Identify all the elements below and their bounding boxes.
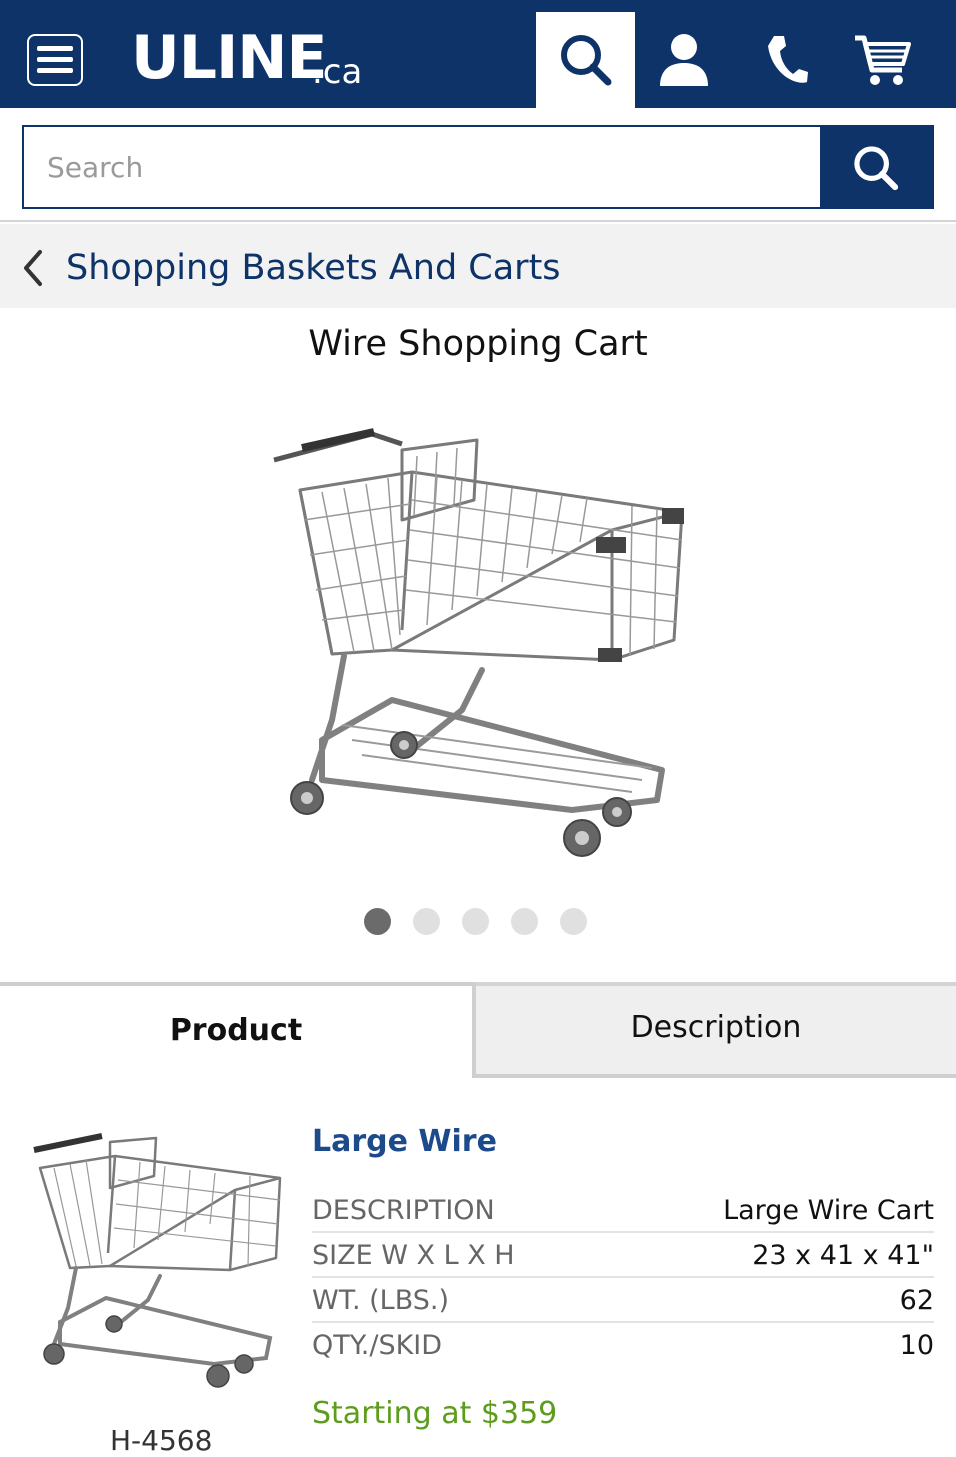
model-name-link[interactable]: Large Wire [312,1122,497,1162]
cart-icon[interactable] [852,30,912,90]
account-icon[interactable] [654,30,714,90]
search-bar [0,108,956,222]
menu-icon-line [37,68,73,73]
search-icon [854,146,899,191]
spec-row: SIZE W X L X H 23 x 41 x 41" [312,1233,934,1278]
model-thumbnail-image[interactable] [30,1128,284,1394]
carousel-dot[interactable] [413,908,440,935]
search-submit-button[interactable] [820,125,934,209]
logo-domain-suffix: .ca [312,52,363,92]
menu-icon-line [37,57,73,62]
menu-button[interactable] [27,34,83,86]
spec-label: QTY./SKID [312,1330,443,1361]
spec-row: QTY./SKID 10 [312,1323,934,1368]
spec-label: SIZE W X L X H [312,1240,515,1271]
top-nav-bar: ULINE .ca [0,0,956,108]
header-search-button[interactable] [536,12,635,108]
spec-value: 62 [899,1285,934,1316]
price-text: Starting at $359 [312,1396,558,1431]
search-icon [561,35,612,86]
item-number: H-4568 [110,1424,213,1457]
phone-icon[interactable] [756,30,816,90]
spec-table: DESCRIPTION Large Wire Cart SIZE W X L X… [312,1188,934,1368]
product-image[interactable] [262,420,702,870]
search-input[interactable] [22,125,822,209]
menu-icon [37,46,73,51]
carousel-dot[interactable] [462,908,489,935]
product-title: Wire Shopping Cart [308,324,648,364]
spec-row: WT. (LBS.) 62 [312,1278,934,1323]
carousel-dot[interactable] [364,908,391,935]
spec-label: WT. (LBS.) [312,1285,450,1316]
spec-value: 10 [899,1330,934,1361]
tab-product[interactable]: Product [0,982,476,1078]
tab-description[interactable]: Description [476,982,956,1078]
spec-value: 23 x 41 x 41" [752,1240,934,1271]
spec-value: Large Wire Cart [723,1195,934,1226]
uline-logo[interactable]: ULINE [131,26,327,90]
chevron-left-icon [24,250,42,286]
spec-label: DESCRIPTION [312,1195,495,1226]
breadcrumb-label[interactable]: Shopping Baskets And Carts [66,246,561,290]
carousel-dot[interactable] [560,908,587,935]
breadcrumb[interactable]: Shopping Baskets And Carts [0,224,956,308]
spec-row: DESCRIPTION Large Wire Cart [312,1188,934,1233]
carousel-dot[interactable] [511,908,538,935]
product-tabs: Product Description [0,982,956,1078]
